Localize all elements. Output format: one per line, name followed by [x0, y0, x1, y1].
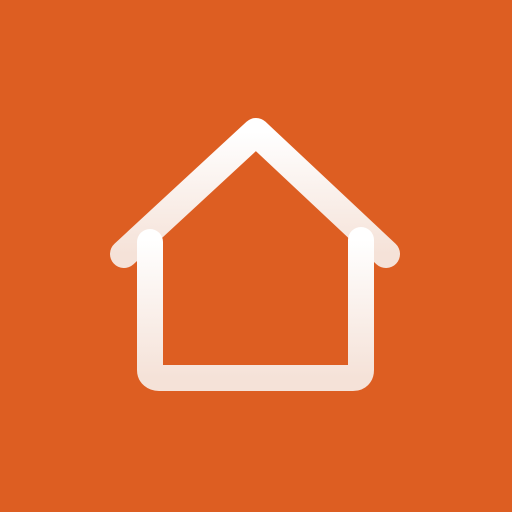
app-icon[interactable]	[0, 0, 512, 512]
house-roof	[110, 118, 400, 268]
house-body	[137, 227, 374, 391]
home-icon	[0, 0, 512, 512]
